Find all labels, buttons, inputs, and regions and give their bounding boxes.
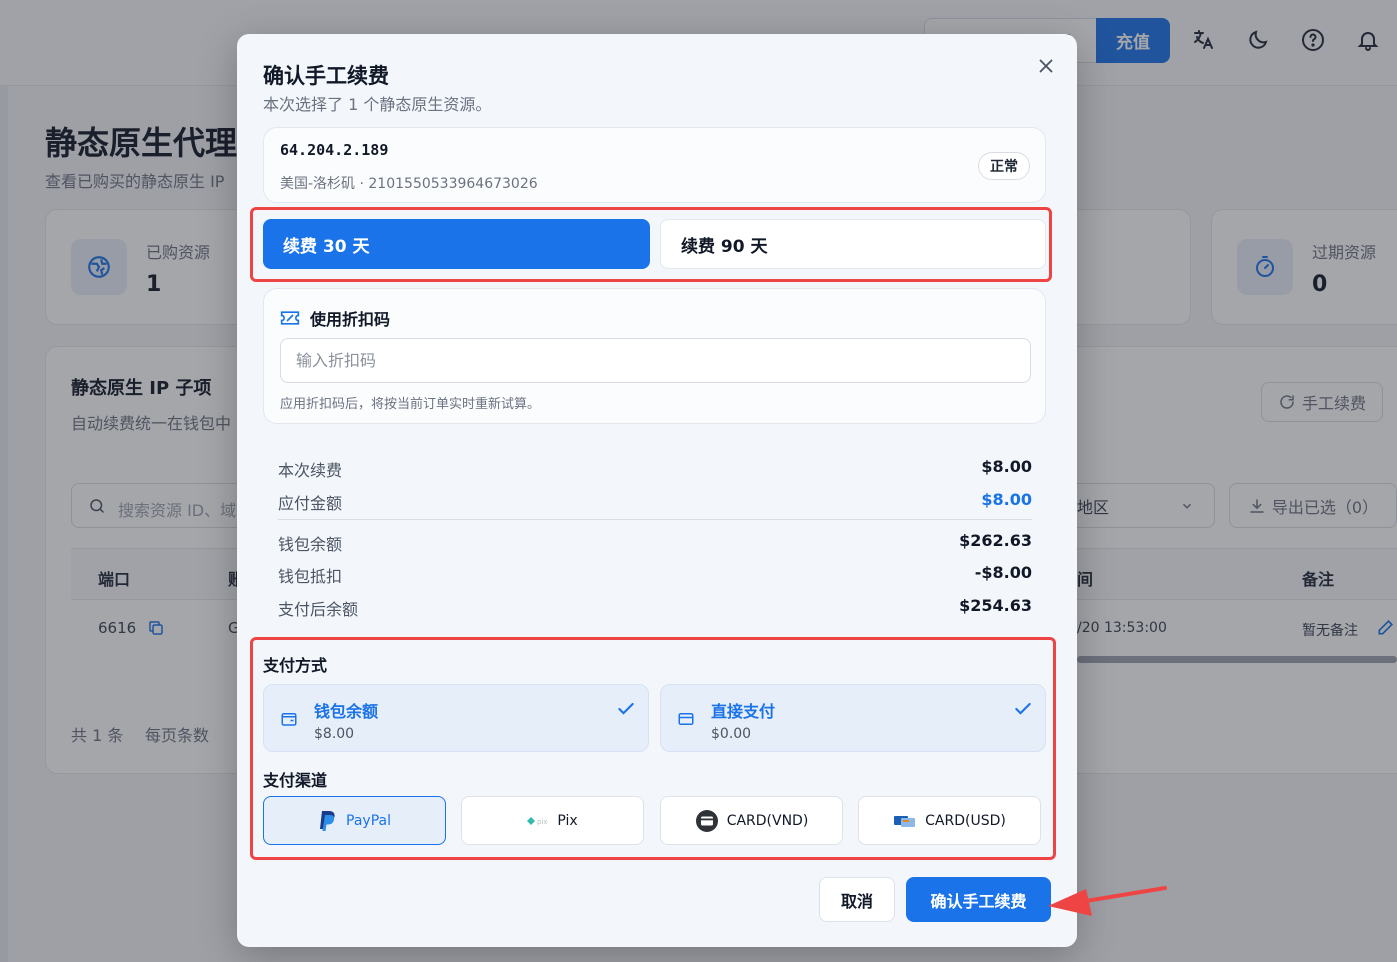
wallet-deduct-value: -$8.00 bbox=[974, 563, 1032, 582]
summary-payable: 应付金额 $8.00 bbox=[278, 490, 1032, 514]
ticket-icon bbox=[280, 311, 300, 325]
modal-title: 确认手工续费 bbox=[263, 64, 389, 88]
paypal-logo-icon bbox=[320, 810, 335, 831]
credit-card-icon bbox=[678, 713, 694, 725]
manual-renew-modal: 确认手工续费 本次选择了 1 个静态原生资源。 64.204.2.189 美国-… bbox=[237, 34, 1077, 947]
ip-resource-card: 64.204.2.189 美国-洛杉矶 · 210155053396467302… bbox=[263, 127, 1046, 203]
direct-method-amount: $0.00 bbox=[711, 726, 752, 742]
confirm-manual-renew-button[interactable]: 确认手工续费 bbox=[906, 877, 1051, 922]
wallet-method-amount: $8.00 bbox=[314, 726, 355, 742]
summary-after-balance: 支付后余额 $254.63 bbox=[278, 596, 1032, 620]
annotation-arrow-icon bbox=[1048, 886, 1167, 916]
period-90-days-button[interactable]: 续费 90 天 bbox=[660, 219, 1046, 269]
check-icon bbox=[1015, 702, 1031, 715]
cancel-button[interactable]: 取消 bbox=[819, 877, 895, 922]
channel-card-vnd-label: CARD(VND) bbox=[726, 812, 809, 829]
card-vnd-logo-icon bbox=[695, 809, 718, 832]
ip-meta: 美国-洛杉矶 · 2101550533964673026 bbox=[280, 176, 538, 192]
channel-paypal[interactable]: PayPal bbox=[263, 796, 446, 845]
payment-method-wallet[interactable]: 钱包余额 $8.00 bbox=[263, 684, 649, 752]
coupon-heading: 使用折扣码 bbox=[280, 306, 390, 330]
payment-method-direct[interactable]: 直接支付 $0.00 bbox=[660, 684, 1046, 752]
wallet-balance-value: $262.63 bbox=[959, 531, 1032, 550]
after-balance-value: $254.63 bbox=[959, 596, 1032, 615]
period-30-days-button[interactable]: 续费 30 天 bbox=[263, 219, 650, 269]
wallet-deduct-label: 钱包抵扣 bbox=[278, 567, 343, 586]
channel-card-vnd[interactable]: CARD(VND) bbox=[660, 796, 843, 845]
after-balance-label: 支付后余额 bbox=[278, 600, 359, 619]
direct-method-name: 直接支付 bbox=[711, 702, 776, 721]
summary-divider bbox=[278, 519, 1032, 520]
pix-logo-icon: pix bbox=[527, 816, 548, 826]
coupon-title: 使用折扣码 bbox=[310, 310, 391, 329]
summary-wallet-balance: 钱包余额 $262.63 bbox=[278, 531, 1032, 555]
payment-method-title: 支付方式 bbox=[263, 656, 328, 675]
payable-label: 应付金额 bbox=[278, 494, 343, 513]
card-usd-logo-icon bbox=[894, 815, 916, 827]
coupon-hint: 应用折扣码后，将按当前订单实时重新试算。 bbox=[280, 397, 541, 412]
coupon-card: 使用折扣码 应用折扣码后，将按当前订单实时重新试算。 bbox=[263, 288, 1046, 424]
payable-value: $8.00 bbox=[981, 490, 1032, 509]
svg-text:pix: pix bbox=[537, 818, 548, 826]
coupon-code-input[interactable] bbox=[280, 338, 1031, 383]
summary-renew-fee: 本次续费 $8.00 bbox=[278, 457, 1032, 481]
wallet-icon bbox=[281, 713, 297, 726]
channel-card-usd-label: CARD(USD) bbox=[925, 812, 1006, 829]
modal-subtitle: 本次选择了 1 个静态原生资源。 bbox=[263, 95, 492, 114]
payment-channel-title: 支付渠道 bbox=[263, 771, 328, 790]
ip-address: 64.204.2.189 bbox=[280, 141, 389, 159]
channel-paypal-label: PayPal bbox=[346, 812, 391, 829]
check-icon bbox=[618, 702, 634, 715]
wallet-method-name: 钱包余额 bbox=[314, 702, 379, 721]
summary-wallet-deduct: 钱包抵扣 -$8.00 bbox=[278, 563, 1032, 587]
channel-pix-label: Pix bbox=[557, 812, 578, 829]
channel-card-usd[interactable]: CARD(USD) bbox=[858, 796, 1041, 845]
renew-fee-label: 本次续费 bbox=[278, 461, 343, 480]
renew-fee-value: $8.00 bbox=[981, 457, 1032, 476]
close-icon[interactable] bbox=[1035, 55, 1057, 77]
wallet-balance-label: 钱包余额 bbox=[278, 535, 343, 554]
channel-pix[interactable]: pix Pix bbox=[461, 796, 644, 845]
status-badge: 正常 bbox=[978, 152, 1030, 180]
